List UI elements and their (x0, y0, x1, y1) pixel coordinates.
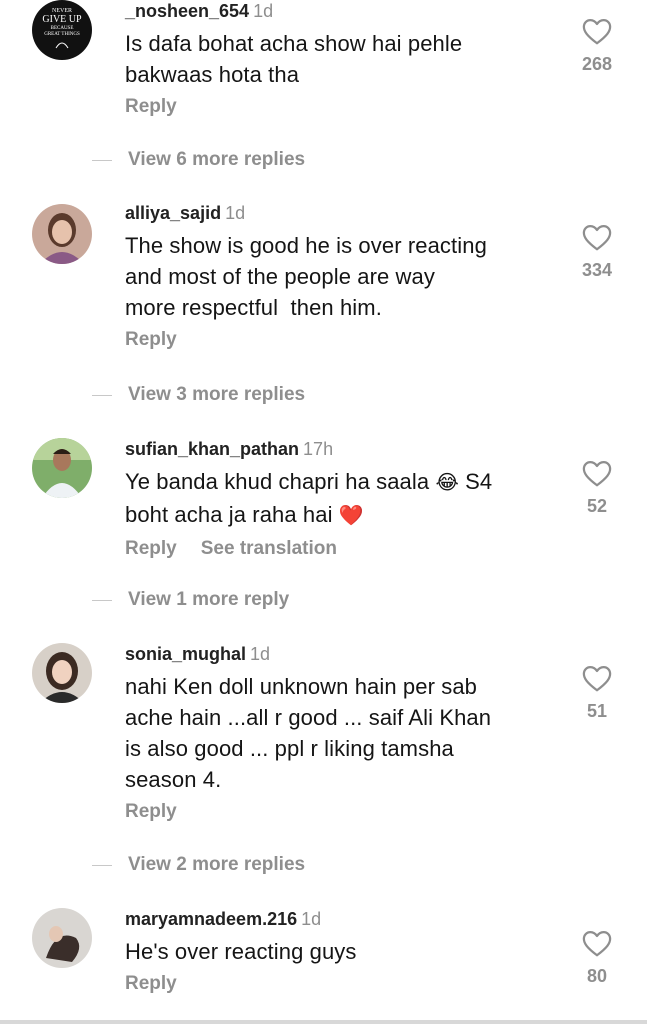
avatar-image: NEVER GIVE UP BECAUSE GREAT THINGS (32, 0, 92, 60)
reply-button[interactable]: Reply (125, 329, 177, 350)
comment-text: He's over reacting guys (125, 939, 357, 964)
heart-outline-icon[interactable] (582, 665, 612, 693)
timestamp: 17h (303, 439, 334, 459)
username[interactable]: maryamnadeem.216 (125, 909, 297, 929)
like-control: 80 (576, 930, 618, 987)
reply-button[interactable]: Reply (125, 973, 177, 994)
heart-outline-icon[interactable] (582, 930, 612, 958)
like-count: 268 (581, 54, 613, 74)
svg-text:BECAUSE: BECAUSE (51, 26, 74, 31)
comment-meta: sonia_mughal 1d (125, 643, 545, 665)
view-more-replies[interactable]: View 1 more reply (92, 588, 289, 612)
view-more-label: View 2 more replies (128, 854, 306, 875)
comment-text: Ye banda khud chapri ha saala 😂 S4 boht … (125, 466, 545, 532)
view-more-label: View 1 more reply (128, 589, 290, 610)
like-control: 268 (576, 18, 618, 75)
laughing-emoji: 😂 (435, 472, 459, 494)
avatar[interactable]: NEVER GIVE UP BECAUSE GREAT THINGS (32, 0, 92, 60)
divider-line (92, 864, 112, 866)
svg-text:GIVE UP: GIVE UP (42, 14, 82, 25)
like-control: 334 (576, 224, 618, 281)
svg-text:GREAT THINGS: GREAT THINGS (44, 32, 80, 37)
bottom-divider (0, 1020, 647, 1024)
username[interactable]: sufian_khan_pathan (125, 439, 299, 459)
like-count: 80 (586, 966, 608, 986)
timestamp: 1d (301, 909, 322, 929)
avatar-image (32, 643, 92, 703)
reply-button[interactable]: Reply (125, 538, 177, 559)
comment-meta: alliya_sajid 1d (125, 202, 545, 224)
view-more-label: View 6 more replies (128, 149, 306, 170)
like-control: 52 (576, 460, 618, 517)
comment-text-part: S4 (458, 469, 493, 494)
view-more-replies[interactable]: View 2 more replies (92, 853, 305, 877)
username[interactable]: alliya_sajid (125, 203, 221, 223)
comment-meta: sufian_khan_pathan 17h (125, 438, 545, 460)
timestamp: 1d (225, 203, 246, 223)
timestamp: 1d (253, 1, 274, 21)
like-count: 334 (581, 260, 613, 280)
avatar[interactable] (32, 204, 92, 264)
comment-text-part: Ye banda khud chapri ha saala (125, 469, 436, 494)
heart-emoji: ❤️ (338, 505, 364, 527)
heart-outline-icon[interactable] (582, 460, 612, 488)
view-more-replies[interactable]: View 3 more replies (92, 383, 305, 407)
like-count: 52 (586, 496, 608, 516)
timestamp: 1d (250, 644, 271, 664)
comment-text-part: boht acha ja raha hai (125, 502, 339, 527)
avatar-image (32, 438, 92, 498)
avatar[interactable] (32, 908, 92, 968)
avatar-image (32, 908, 92, 968)
like-count: 51 (586, 701, 608, 721)
avatar[interactable] (32, 438, 92, 498)
heart-outline-icon[interactable] (582, 18, 612, 46)
reply-button[interactable]: Reply (125, 801, 177, 822)
comment-text: Is dafa bohat acha show hai pehle bakwaa… (125, 31, 463, 87)
see-translation-button[interactable]: See translation (201, 538, 337, 559)
comment-text: The show is good he is over reacting and… (125, 233, 487, 320)
comment-meta: _nosheen_654 1d (125, 0, 545, 22)
avatar[interactable] (32, 643, 92, 703)
divider-line (92, 159, 112, 161)
comment-text: nahi Ken doll unknown hain per sab ache … (125, 674, 492, 792)
divider-line (92, 599, 112, 601)
avatar-image (32, 204, 92, 264)
view-more-replies[interactable]: View 6 more replies (92, 148, 305, 172)
heart-outline-icon[interactable] (582, 224, 612, 252)
divider-line (92, 394, 112, 396)
comment-meta: maryamnadeem.216 1d (125, 908, 545, 930)
reply-button[interactable]: Reply (125, 96, 177, 117)
like-control: 51 (576, 665, 618, 722)
view-more-label: View 3 more replies (128, 384, 306, 405)
username[interactable]: sonia_mughal (125, 644, 246, 664)
username[interactable]: _nosheen_654 (125, 1, 249, 21)
